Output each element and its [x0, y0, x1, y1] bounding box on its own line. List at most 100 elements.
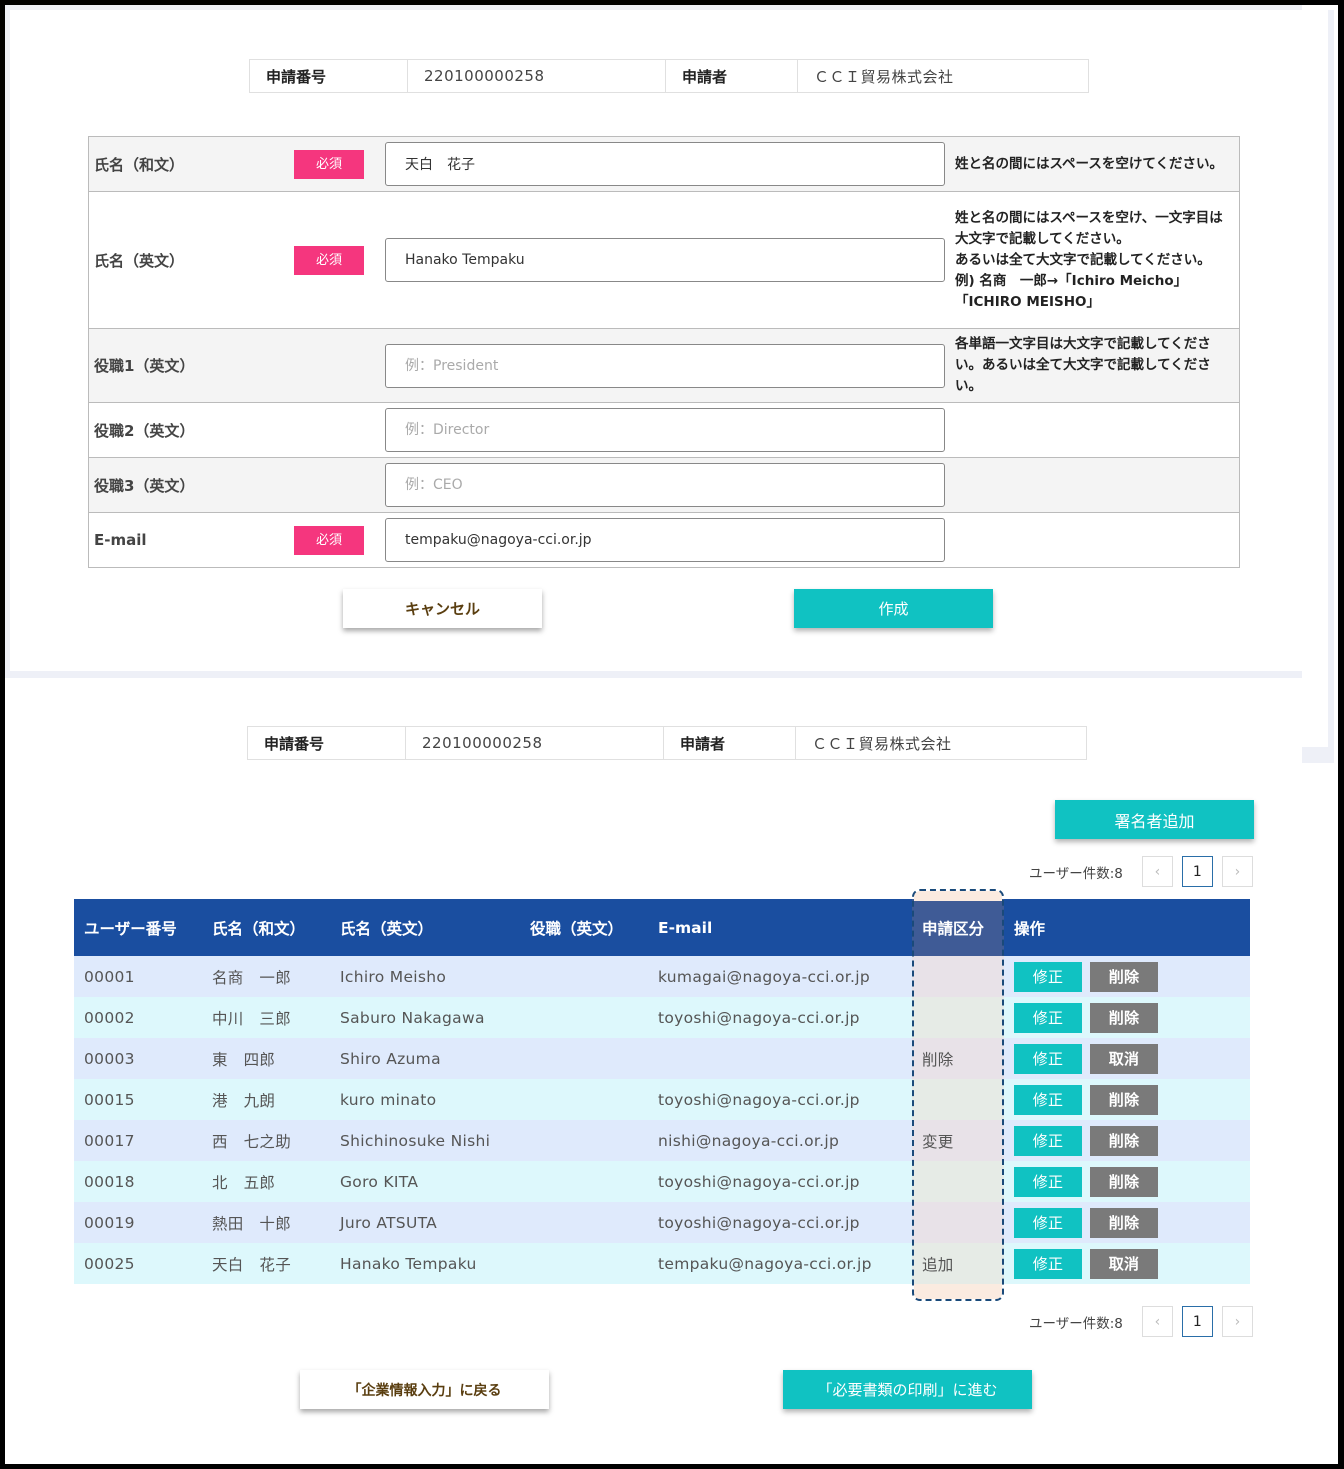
cell-user-number: 00017: [74, 1120, 202, 1161]
applicant-label: 申請者: [664, 727, 796, 759]
field-hint: 姓と名の間にはスペースを空けてください。: [955, 155, 1223, 172]
table-header: ユーザー番号 氏名（和文） 氏名（英文） 役職（英文） E-mail 申請区分 …: [74, 899, 1250, 956]
form-row-name-ja: 氏名（和文） 必須 姓と名の間にはスペースを空けてください。: [89, 137, 1239, 192]
field-label: 役職3（英文）: [94, 476, 195, 495]
create-button[interactable]: 作成: [794, 589, 993, 628]
edit-button[interactable]: 修正: [1014, 1084, 1082, 1115]
cell-email: toyoshi@nagoya-cci.or.jp: [648, 1202, 912, 1243]
cell-name-en: kuro minato: [330, 1079, 520, 1120]
application-info-bottom: 申請番号 220100000258 申請者 ＣＣＩ貿易株式会社: [247, 726, 1087, 760]
cell-actions: 修正 削除: [1004, 956, 1250, 997]
cell-email: kumagai@nagoya-cci.or.jp: [648, 956, 912, 997]
col-actions: 操作: [1004, 899, 1250, 956]
chevron-left-icon: ‹: [1154, 1313, 1161, 1330]
add-signer-button[interactable]: 署名者追加: [1055, 800, 1254, 839]
title3-input[interactable]: [385, 463, 945, 507]
cancel-change-button[interactable]: 取消: [1090, 1248, 1158, 1279]
name-ja-input[interactable]: [385, 142, 945, 186]
applicant-label: 申請者: [666, 60, 798, 92]
next-page-button[interactable]: ›: [1221, 1306, 1253, 1337]
cell-email: toyoshi@nagoya-cci.or.jp: [648, 997, 912, 1038]
application-number-label: 申請番号: [250, 60, 408, 92]
col-name-en[interactable]: 氏名（英文）: [330, 899, 520, 956]
delete-button[interactable]: 削除: [1090, 1084, 1158, 1115]
cell-email: tempaku@nagoya-cci.or.jp: [648, 1243, 912, 1284]
user-count: ユーザー件数:8: [1029, 865, 1123, 882]
email-input[interactable]: [385, 518, 945, 562]
cell-user-number: 00001: [74, 956, 202, 997]
col-name-ja[interactable]: 氏名（和文）: [202, 899, 330, 956]
form-row-title1: 役職1（英文） 各単語一文字目は大文字で記載してください。あるいは全て大文字で記…: [89, 329, 1239, 403]
cell-title-en: [520, 1120, 648, 1161]
cell-title-en: [520, 1202, 648, 1243]
cell-title-en: [520, 1243, 648, 1284]
edit-button[interactable]: 修正: [1014, 1248, 1082, 1279]
cell-user-number: 00003: [74, 1038, 202, 1079]
cell-actions: 修正 削除: [1004, 997, 1250, 1038]
cell-name-en: Shiro Azuma: [330, 1038, 520, 1079]
col-user-number[interactable]: ユーザー番号: [74, 899, 202, 956]
delete-button[interactable]: 削除: [1090, 1166, 1158, 1197]
pagination-top: ユーザー件数:8 ‹ 1 ›: [1029, 856, 1253, 887]
cell-name-en: Saburo Nakagawa: [330, 997, 520, 1038]
hint-line: 姓と名の間にはスペースを空け、一文字目は大文字で記載してください。: [955, 209, 1223, 247]
section-divider: [5, 671, 1302, 678]
cell-name-en: Hanako Tempaku: [330, 1243, 520, 1284]
delete-button[interactable]: 削除: [1090, 1125, 1158, 1156]
next-page-button[interactable]: ›: [1221, 856, 1253, 887]
col-application-type[interactable]: 申請区分: [912, 899, 1004, 956]
required-badge: 必須: [294, 149, 364, 179]
cell-actions: 修正 取消: [1004, 1038, 1250, 1079]
title1-input[interactable]: [385, 343, 945, 388]
delete-button[interactable]: 削除: [1090, 1207, 1158, 1238]
cell-name-en: Shichinosuke Nishi: [330, 1120, 520, 1161]
cell-title-en: [520, 1079, 648, 1120]
prev-page-button[interactable]: ‹: [1141, 1306, 1173, 1337]
edit-button[interactable]: 修正: [1014, 1207, 1082, 1238]
back-to-company-info-button[interactable]: 「企業情報入力」に戻る: [300, 1370, 549, 1409]
table-row: 00001 名商 一郎 Ichiro Meisho kumagai@nagoya-cc…: [74, 956, 1250, 997]
applicant-name: ＣＣＩ貿易株式会社: [814, 67, 954, 86]
table-row: 00015 港 九朗 kuro minato toyoshi@nagoya-cci.o…: [74, 1079, 1250, 1120]
cell-name-ja: 中川 三郎: [202, 997, 330, 1038]
cell-user-number: 00002: [74, 997, 202, 1038]
edit-button[interactable]: 修正: [1014, 1043, 1082, 1074]
page-1-button[interactable]: 1: [1181, 856, 1213, 887]
edit-button[interactable]: 修正: [1014, 1002, 1082, 1033]
cell-actions: 修正 削除: [1004, 1202, 1250, 1243]
cell-application-type: [912, 956, 1004, 997]
cell-application-type: [912, 1202, 1004, 1243]
cell-actions: 修正 取消: [1004, 1243, 1250, 1284]
form-row-title2: 役職2（英文）: [89, 403, 1239, 458]
hint-line: 例) 名商 一郎→「Ichiro Meicho」「ICHIRO MEISHO」: [955, 272, 1188, 310]
title2-input[interactable]: [385, 408, 945, 452]
name-en-input[interactable]: [385, 238, 945, 282]
edit-button[interactable]: 修正: [1014, 961, 1082, 992]
application-number: 220100000258: [406, 727, 664, 759]
edit-button[interactable]: 修正: [1014, 1125, 1082, 1156]
cell-actions: 修正 削除: [1004, 1161, 1250, 1202]
application-number: 220100000258: [408, 60, 666, 92]
table-row: 00018 北 五郎 Goro KITA toyoshi@nagoya-cci.or.…: [74, 1161, 1250, 1202]
chevron-right-icon: ›: [1234, 1313, 1241, 1330]
cell-user-number: 00025: [74, 1243, 202, 1284]
delete-button[interactable]: 削除: [1090, 961, 1158, 992]
page-1-button[interactable]: 1: [1181, 1306, 1213, 1337]
delete-button[interactable]: 削除: [1090, 1002, 1158, 1033]
prev-page-button[interactable]: ‹: [1141, 856, 1173, 887]
field-hint: 姓と名の間にはスペースを空け、一文字目は大文字で記載してください。 あるいは全て…: [945, 208, 1239, 313]
cell-application-type: [912, 1161, 1004, 1202]
edit-button[interactable]: 修正: [1014, 1166, 1082, 1197]
cancel-button[interactable]: キャンセル: [343, 589, 542, 628]
cell-actions: 修正 削除: [1004, 1120, 1250, 1161]
cell-application-type: 削除: [912, 1038, 1004, 1079]
col-title-en[interactable]: 役職（英文）: [520, 899, 648, 956]
col-email[interactable]: E-mail: [648, 899, 912, 956]
cell-name-en: Ichiro Meisho: [330, 956, 520, 997]
highlight-top: [914, 891, 1002, 901]
cell-application-type: 追加: [912, 1243, 1004, 1284]
proceed-to-print-button[interactable]: 「必要書類の印刷」に進む: [783, 1370, 1032, 1409]
cell-name-ja: 天白 花子: [202, 1243, 330, 1284]
cell-application-type: 変更: [912, 1120, 1004, 1161]
cancel-change-button[interactable]: 取消: [1090, 1043, 1158, 1074]
